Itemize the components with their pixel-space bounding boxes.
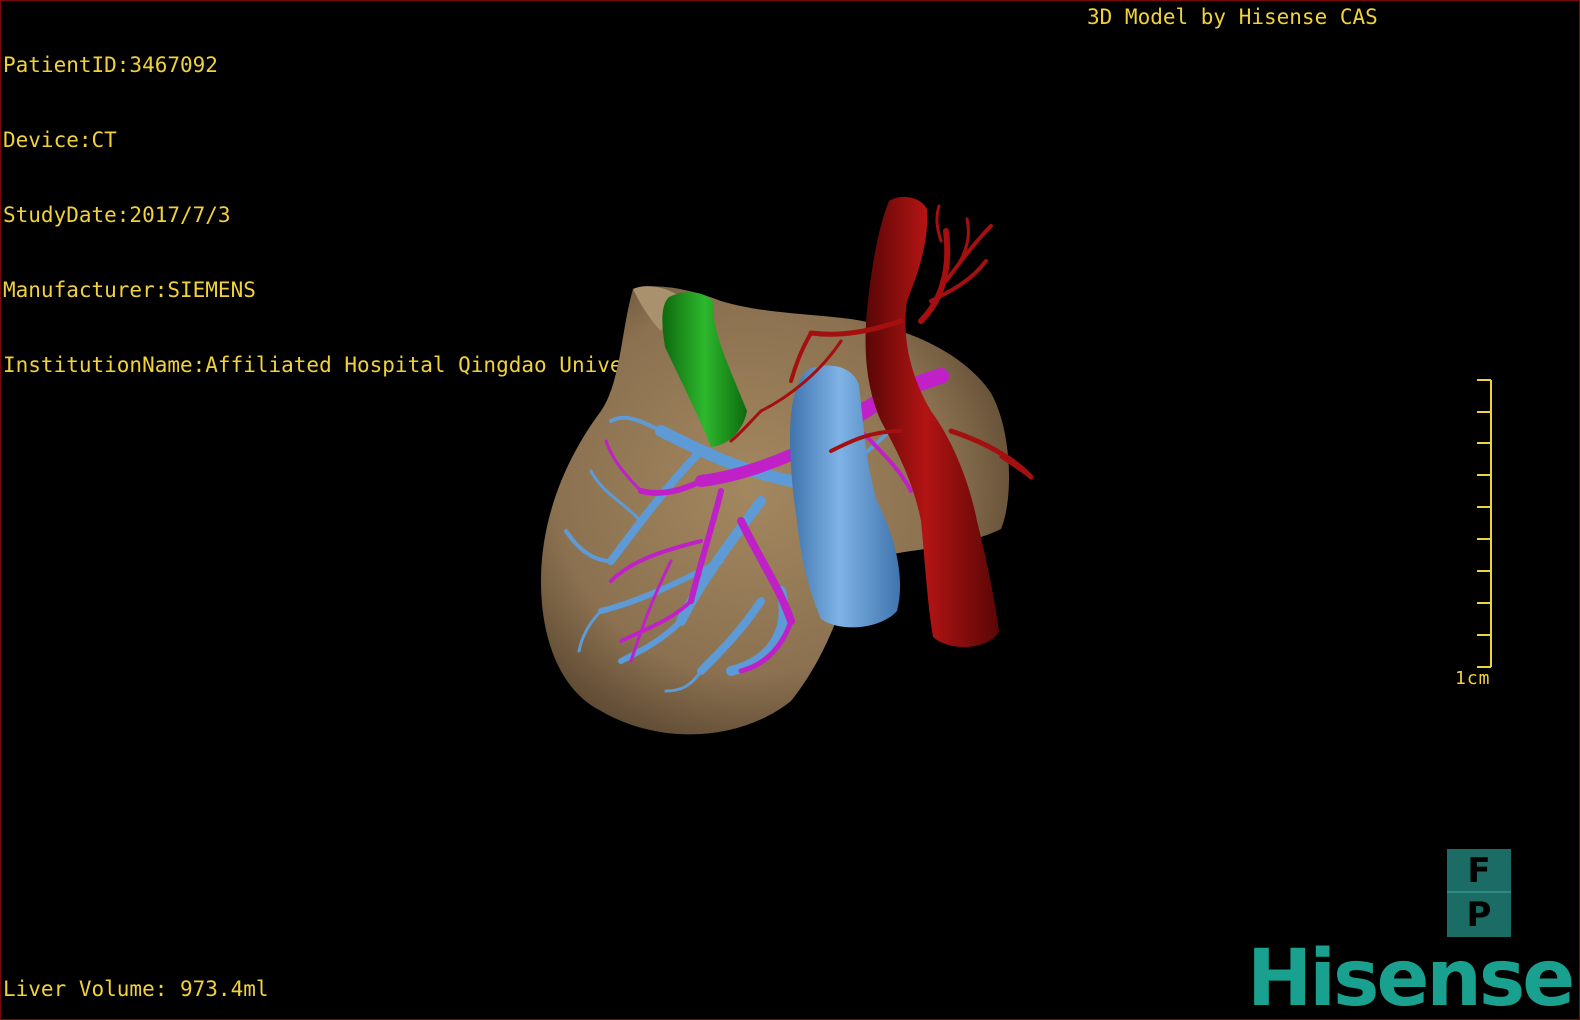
- hisense-logo: Hisense: [1247, 934, 1575, 1020]
- scale-label: 1cm: [1455, 668, 1491, 689]
- render-viewport[interactable]: PatientID:3467092 Device:CT StudyDate:20…: [0, 0, 1580, 1020]
- scale-bar: [1477, 379, 1492, 668]
- orientation-bottom-label: P: [1466, 895, 1492, 935]
- orientation-top-label: F: [1447, 849, 1511, 893]
- orientation-marker[interactable]: F P: [1447, 849, 1511, 937]
- liver-volume-text: Liver Volume: 973.4ml: [3, 977, 269, 1001]
- liver-3d-model[interactable]: [1, 1, 1579, 1019]
